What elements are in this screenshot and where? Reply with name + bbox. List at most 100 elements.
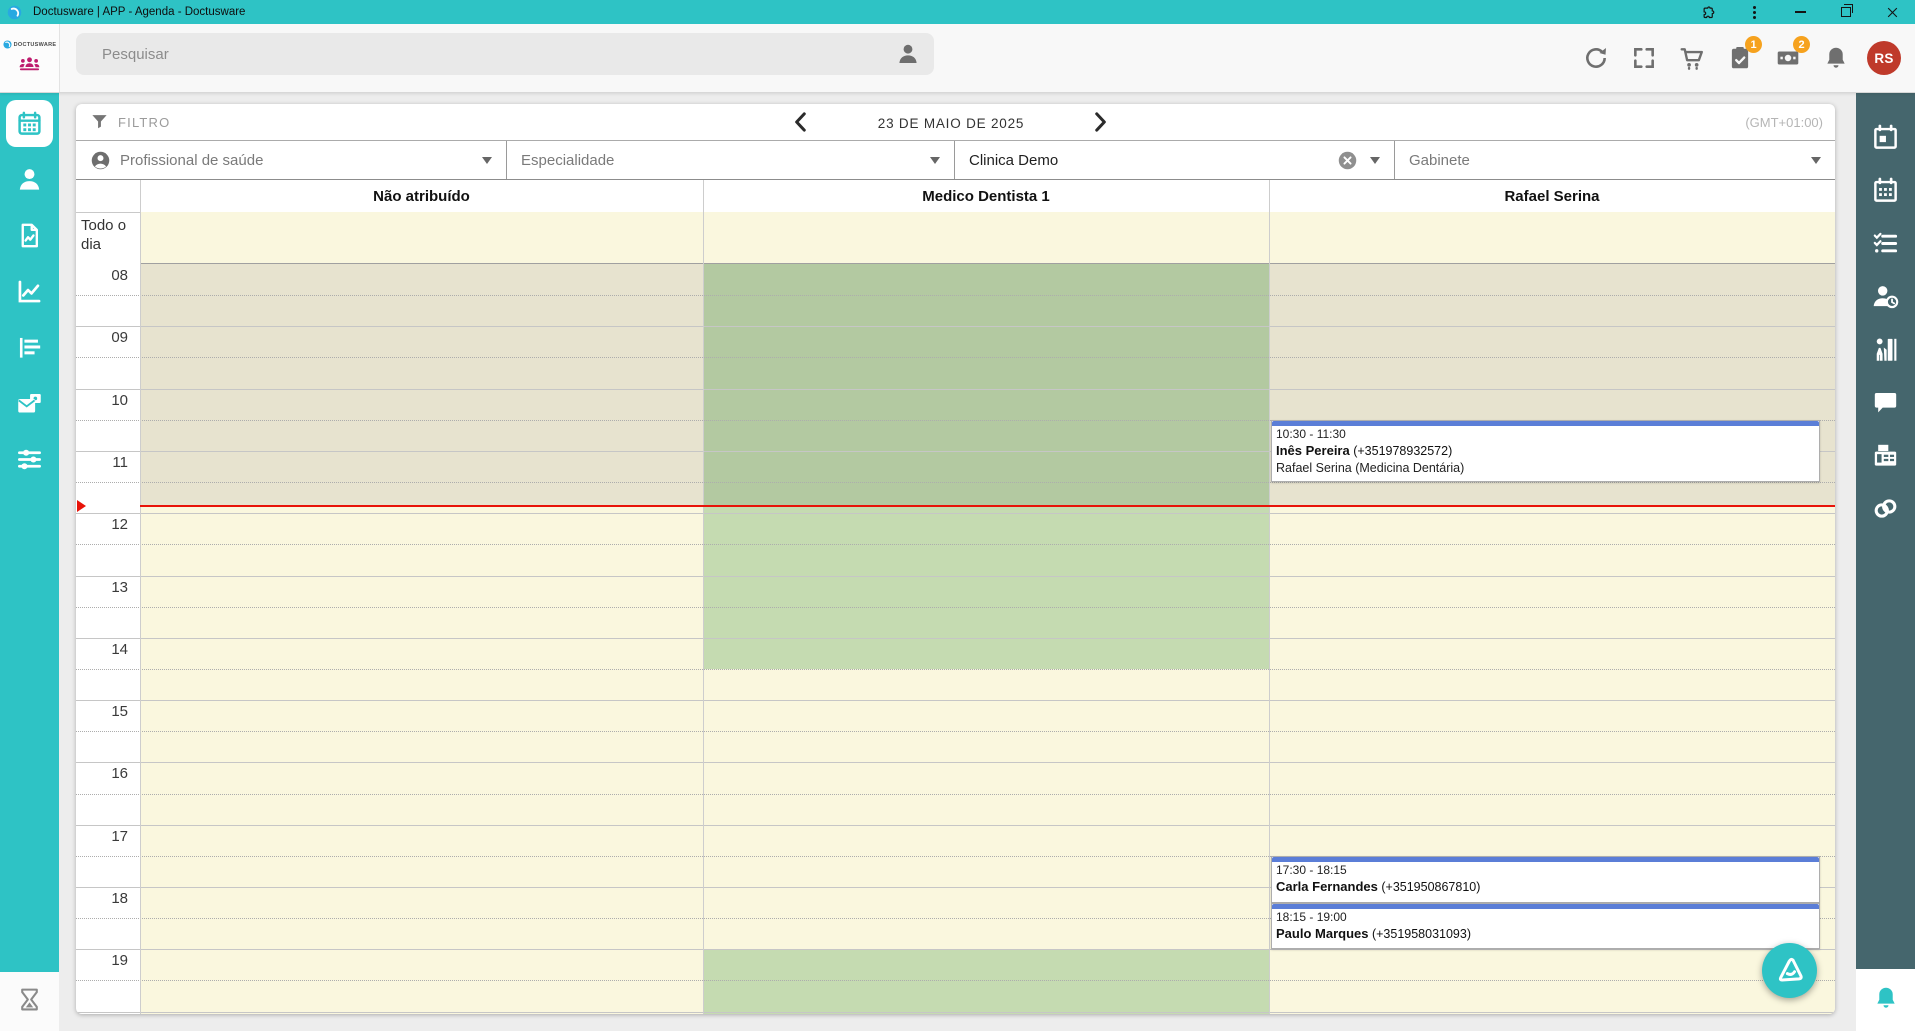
appointment-card[interactable]: 17:30 - 18:15Carla Fernandes (+351950867… bbox=[1271, 856, 1820, 903]
sidebar-item-person[interactable] bbox=[6, 156, 53, 203]
sidebar-item-sliders[interactable] bbox=[6, 436, 53, 483]
half-hour-line bbox=[76, 669, 1835, 670]
person-icon[interactable] bbox=[896, 42, 920, 66]
next-day-button[interactable] bbox=[1087, 109, 1113, 135]
notification-badge: 1 bbox=[1745, 36, 1762, 53]
half-hour-line bbox=[76, 482, 1835, 483]
appointment-time: 18:15 - 19:00 bbox=[1272, 909, 1819, 925]
brand-name: DOCTUSWARE bbox=[14, 42, 57, 48]
hour-label: 17 bbox=[76, 828, 128, 845]
right-sidebar-item-waiting-room[interactable] bbox=[1862, 326, 1909, 373]
right-sidebar-item-calendar-day[interactable] bbox=[1862, 114, 1909, 161]
availability-block-busy bbox=[703, 949, 1269, 1014]
hour-line bbox=[76, 700, 1835, 701]
window-titlebar: Doctusware | APP - Agenda - Doctusware bbox=[0, 0, 1915, 24]
column-header: Medico Dentista 1 bbox=[703, 180, 1269, 212]
brand-logo-icon bbox=[3, 40, 12, 49]
appointment-card[interactable]: 10:30 - 11:30Inês Pereira (+351978932572… bbox=[1271, 420, 1820, 482]
hour-line bbox=[76, 762, 1835, 763]
column-header-row: Não atribuídoMedico Dentista 1Rafael Ser… bbox=[76, 180, 1835, 213]
filter-specialty-dropdown[interactable]: Especialidade bbox=[507, 141, 955, 179]
pending-tasks-button[interactable] bbox=[0, 972, 59, 1031]
column-header: Não atribuído bbox=[140, 180, 703, 212]
tasks-button[interactable]: 1 bbox=[1716, 34, 1764, 82]
chevron-down-icon[interactable] bbox=[930, 157, 940, 164]
half-hour-line bbox=[76, 980, 1835, 981]
chevron-down-icon[interactable] bbox=[1811, 157, 1821, 164]
hour-label: 15 bbox=[76, 703, 128, 720]
sidebar-item-calendar[interactable] bbox=[6, 100, 53, 147]
filter-clinic-dropdown[interactable]: Clinica Demo bbox=[955, 141, 1395, 179]
calendar-icon bbox=[16, 110, 43, 137]
column-separator bbox=[1269, 180, 1270, 1014]
appointment-phone: (+351950867810) bbox=[1381, 880, 1480, 894]
right-sidebar-item-fax[interactable] bbox=[1862, 432, 1909, 479]
funnel-icon bbox=[90, 112, 109, 131]
chevron-down-icon[interactable] bbox=[482, 157, 492, 164]
hour-line bbox=[76, 326, 1835, 327]
hour-line bbox=[76, 949, 1835, 950]
availability-block-past bbox=[140, 264, 703, 505]
close-button[interactable] bbox=[1869, 0, 1915, 24]
current-time-line bbox=[140, 505, 1835, 507]
cart-button[interactable] bbox=[1668, 34, 1716, 82]
fullscreen-button[interactable] bbox=[1620, 34, 1668, 82]
right-sidebar-item-user-clock[interactable] bbox=[1862, 273, 1909, 320]
calendar-month-icon bbox=[1872, 177, 1899, 204]
all-day-row[interactable] bbox=[140, 212, 1835, 264]
filter-office-dropdown[interactable]: Gabinete bbox=[1395, 141, 1835, 179]
hour-line bbox=[76, 638, 1835, 639]
notifications-button[interactable] bbox=[1812, 34, 1860, 82]
avatar[interactable]: RS bbox=[1867, 41, 1901, 75]
column-separator bbox=[140, 180, 141, 1014]
right-sidebar bbox=[1856, 92, 1915, 969]
search-input[interactable]: Pesquisar bbox=[76, 33, 934, 75]
payments-button[interactable]: 2 bbox=[1764, 34, 1812, 82]
clear-filter-button[interactable] bbox=[1337, 150, 1358, 171]
calendar-grid: 08091011121314151617181910:30 - 11:30Inê… bbox=[76, 264, 1835, 1014]
refresh-icon bbox=[1583, 45, 1609, 71]
user-clock-icon bbox=[1872, 283, 1899, 310]
app-header: DOCTUSWARE Pesquisar 12 RS bbox=[0, 24, 1915, 93]
doctusware-floating-button[interactable] bbox=[1762, 943, 1817, 998]
sidebar-item-line-chart[interactable] bbox=[6, 268, 53, 315]
bell-icon bbox=[1823, 45, 1849, 71]
filter-professional-placeholder: Profissional de saúde bbox=[120, 152, 482, 169]
kebab-menu-icon[interactable] bbox=[1731, 0, 1777, 24]
sidebar-item-mail[interactable] bbox=[6, 380, 53, 427]
minimize-button[interactable] bbox=[1777, 0, 1823, 24]
person-circle-icon bbox=[90, 150, 111, 171]
right-sidebar-item-calendar-month[interactable] bbox=[1862, 167, 1909, 214]
chevron-down-icon[interactable] bbox=[1370, 157, 1380, 164]
restore-button[interactable] bbox=[1823, 0, 1869, 24]
browser-extension-icon[interactable] bbox=[1685, 0, 1731, 24]
hour-label: 11 bbox=[76, 454, 128, 471]
hour-label: 08 bbox=[76, 267, 128, 284]
appointment-patient: Carla Fernandes bbox=[1276, 879, 1378, 894]
appointment-time: 10:30 - 11:30 bbox=[1272, 426, 1819, 442]
half-hour-line bbox=[76, 794, 1835, 795]
line-chart-icon bbox=[16, 278, 43, 305]
right-sidebar-item-link[interactable] bbox=[1862, 485, 1909, 532]
filter-clinic-value: Clinica Demo bbox=[969, 152, 1337, 169]
column-separator bbox=[703, 180, 704, 1014]
filter-professional-dropdown[interactable]: Profissional de saúde bbox=[76, 141, 507, 179]
right-sidebar-item-task-list[interactable] bbox=[1862, 220, 1909, 267]
hour-label: 19 bbox=[76, 952, 128, 969]
sidebar-item-document[interactable] bbox=[6, 212, 53, 259]
filter-label: FILTRO bbox=[118, 115, 170, 130]
task-list-icon bbox=[1872, 230, 1899, 257]
document-icon bbox=[16, 222, 43, 249]
sidebar-item-bar-chart[interactable] bbox=[6, 324, 53, 371]
half-hour-line bbox=[76, 607, 1835, 608]
appointment-card[interactable]: 18:15 - 19:00Paulo Marques (+35195803109… bbox=[1271, 903, 1820, 950]
current-date[interactable]: 23 DE MAIO DE 2025 bbox=[831, 116, 1071, 131]
refresh-button[interactable] bbox=[1572, 34, 1620, 82]
right-sidebar-item-comment[interactable] bbox=[1862, 379, 1909, 426]
hourglass-icon bbox=[17, 987, 42, 1017]
previous-day-button[interactable] bbox=[788, 109, 814, 135]
doctusware-logo-icon bbox=[1772, 953, 1808, 989]
notifications-bell-button[interactable] bbox=[1856, 969, 1915, 1031]
current-time-marker bbox=[77, 500, 86, 512]
half-hour-line bbox=[76, 731, 1835, 732]
